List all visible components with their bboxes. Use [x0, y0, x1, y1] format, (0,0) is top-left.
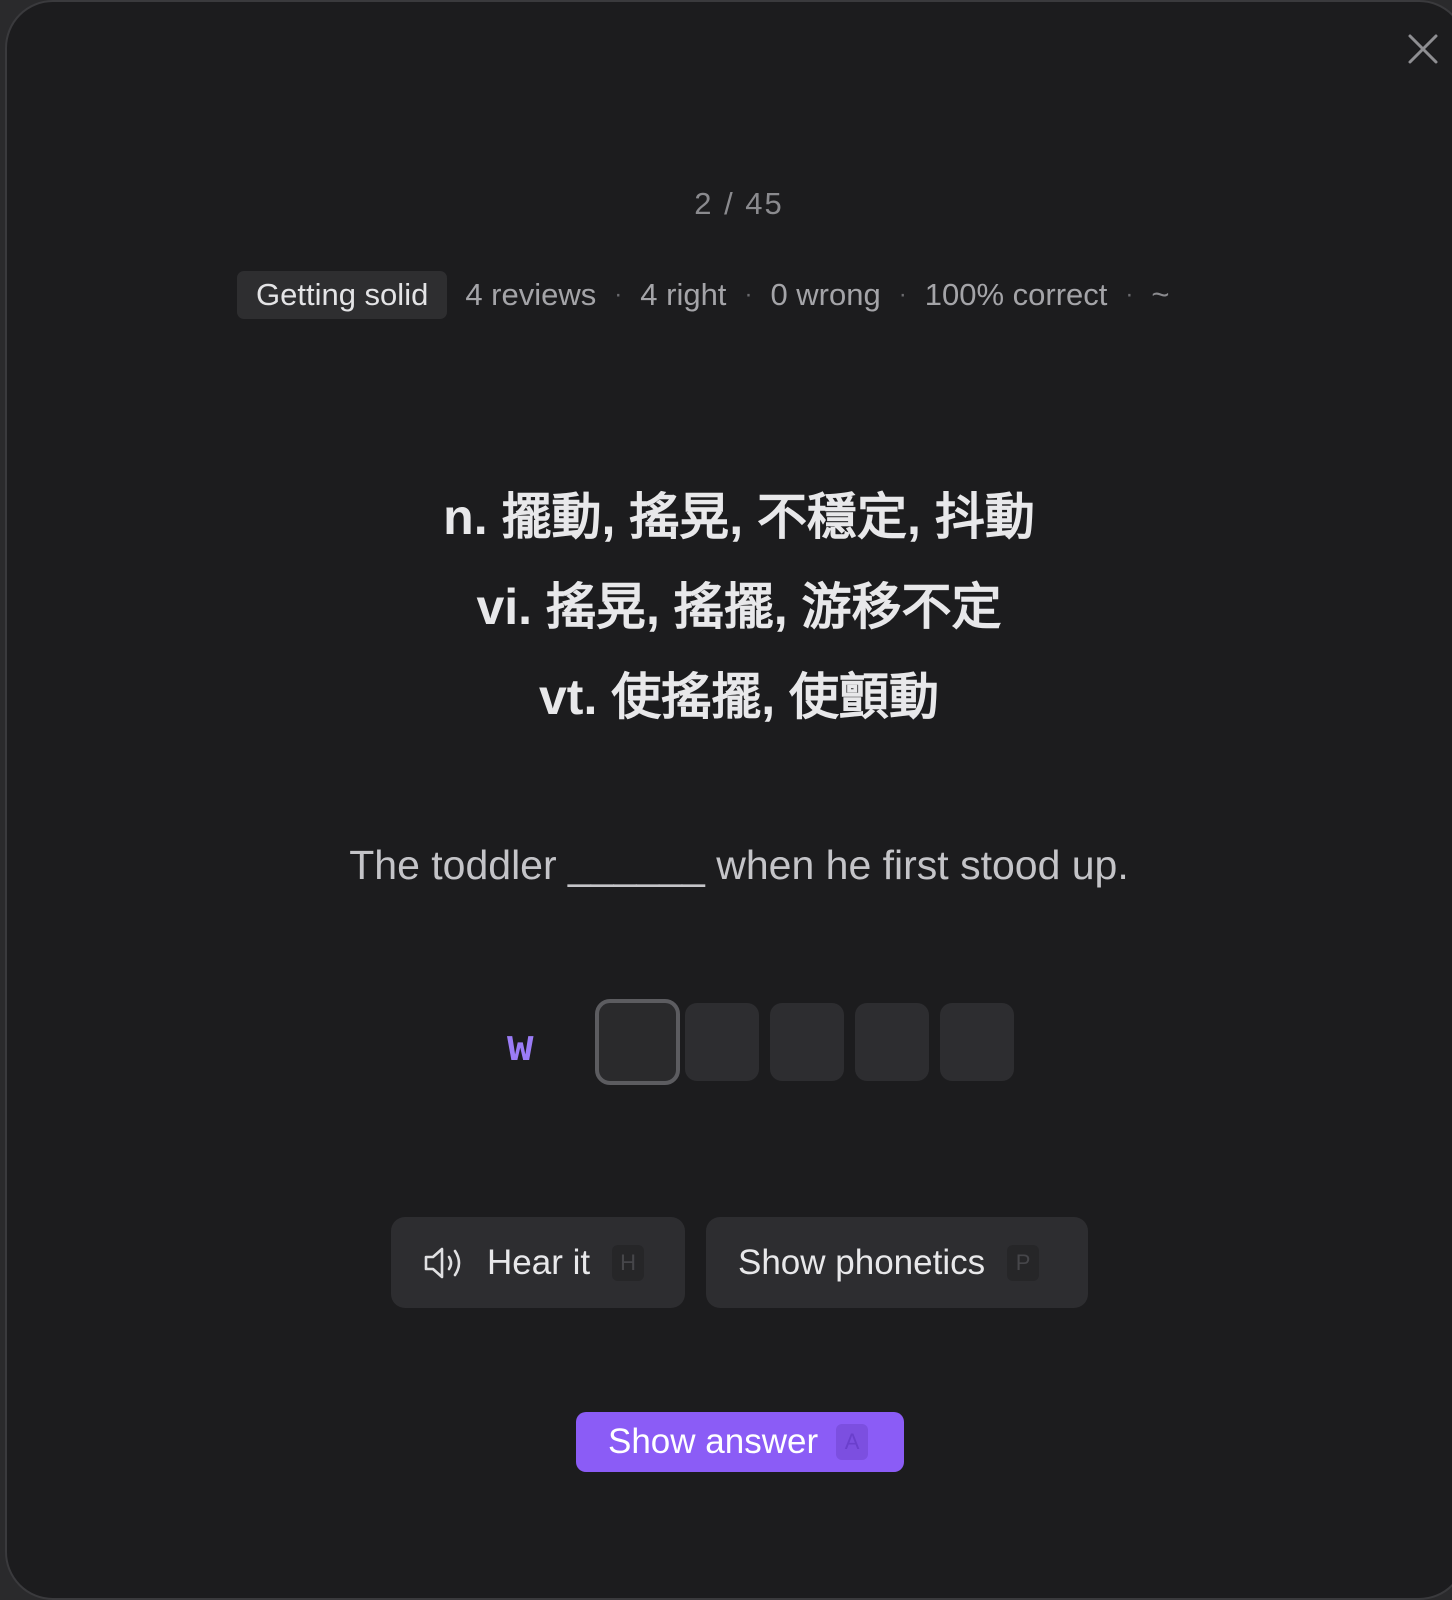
separator: ·: [898, 281, 907, 308]
show-phonetics-label: Show phonetics: [738, 1242, 986, 1282]
show-phonetics-button[interactable]: Show phonetics P: [706, 1217, 1088, 1308]
mastery-badge: Getting solid: [237, 271, 448, 319]
hear-it-button[interactable]: Hear it H: [391, 1217, 685, 1308]
letter-input-box[interactable]: [770, 1003, 844, 1081]
separator: ·: [614, 281, 623, 308]
trend-indicator: ~: [1151, 277, 1170, 312]
review-count: 4 reviews: [465, 277, 597, 312]
example-sentence: The toddler ______ when he first stood u…: [349, 842, 1129, 888]
definition-transitive-verb: vt. 使搖擺, 使顫動: [538, 669, 940, 725]
show-answer-label: Show answer: [608, 1422, 819, 1461]
letter-input-box[interactable]: [940, 1003, 1014, 1081]
shortcut-key-p: P: [1007, 1244, 1040, 1281]
letter-input-box[interactable]: [855, 1003, 929, 1081]
definitions: n. 擺動, 搖晃, 不穩定, 抖動 vi. 搖晃, 搖擺, 游移不定 vt. …: [0, 476, 1452, 746]
letter-input-box[interactable]: [595, 999, 680, 1085]
close-button[interactable]: [1402, 28, 1444, 70]
separator: ·: [1125, 281, 1134, 308]
shortcut-key-h: H: [612, 1244, 645, 1281]
separator: ·: [744, 281, 753, 308]
accuracy-percent: 100% correct: [924, 277, 1108, 312]
shortcut-key-a: A: [836, 1424, 869, 1460]
definition-noun: n. 擺動, 搖晃, 不穩定, 抖動: [443, 489, 1035, 545]
wrong-count: 0 wrong: [770, 277, 881, 312]
definition-intransitive-verb: vi. 搖晃, 搖擺, 游移不定: [476, 579, 1002, 635]
close-icon: [1408, 34, 1438, 64]
first-letter-hint: w: [507, 1020, 534, 1071]
show-answer-button[interactable]: Show answer A: [576, 1412, 904, 1472]
speaker-icon: [424, 1247, 461, 1278]
right-count: 4 right: [640, 277, 727, 312]
progress-counter: 2 / 45: [694, 186, 784, 221]
hear-it-label: Hear it: [487, 1242, 591, 1282]
review-card-panel: [5, 0, 1452, 1600]
stats-bar: Getting solid 4 reviews · 4 right · 0 wr…: [237, 271, 1169, 319]
letter-input-box[interactable]: [685, 1003, 759, 1081]
